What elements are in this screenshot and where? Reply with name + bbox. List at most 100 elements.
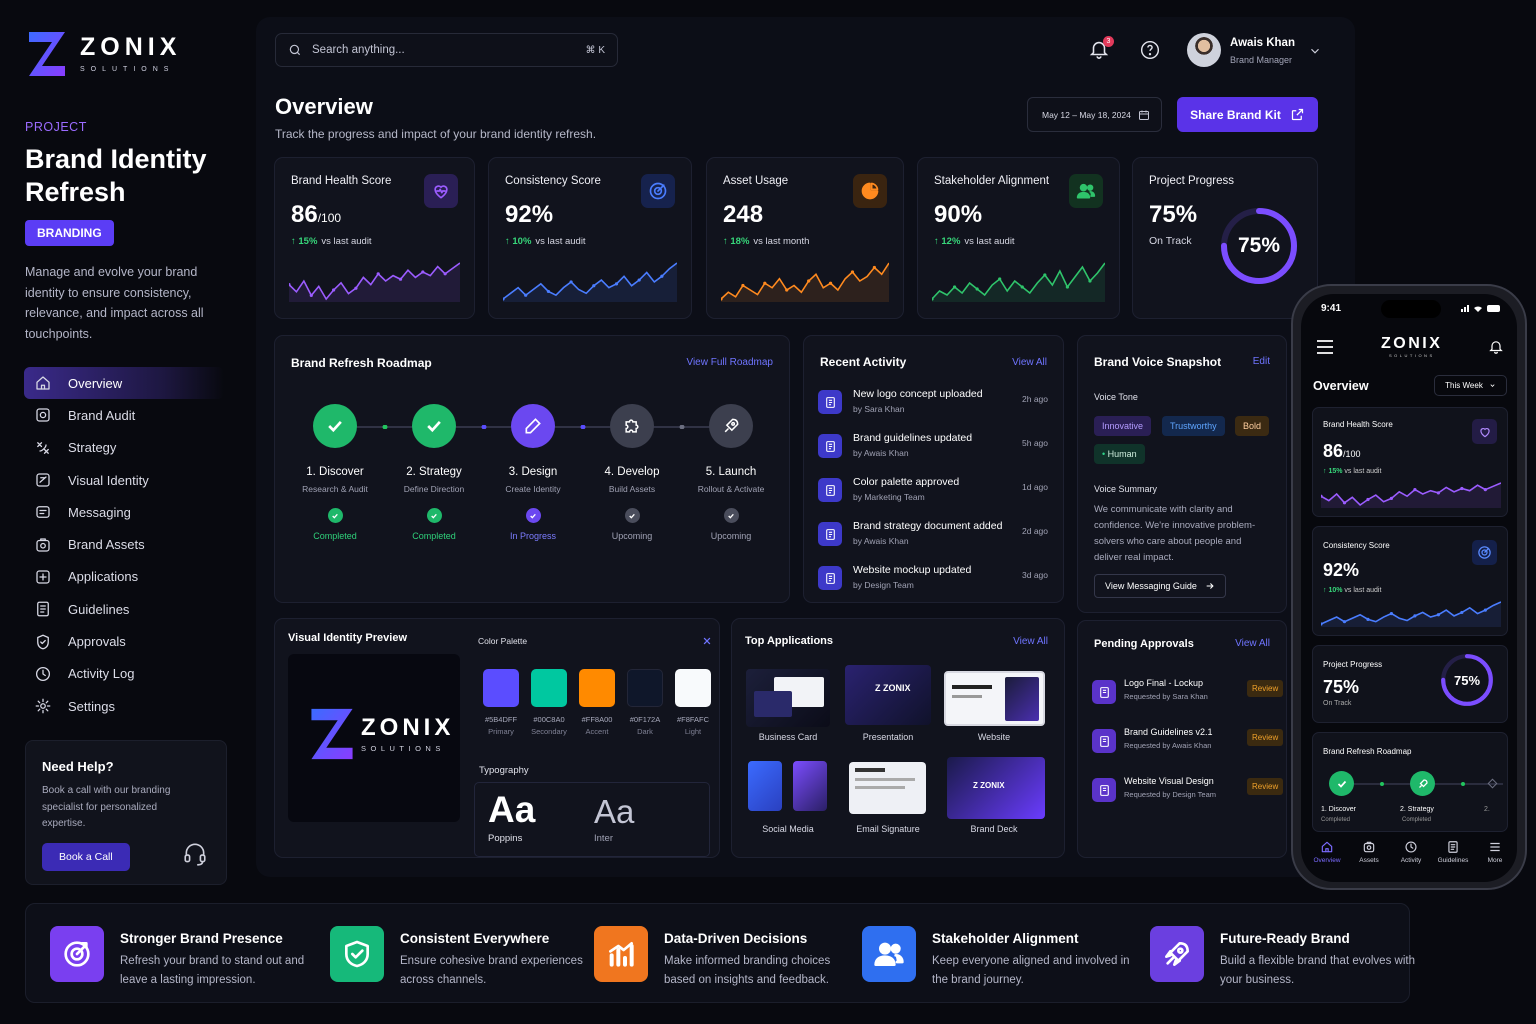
- activity-item[interactable]: New logo concept uploaded by Sara Khan 2h …: [818, 388, 1048, 428]
- sidebar-item-strategy[interactable]: Strategy: [24, 432, 224, 464]
- brand-deck-thumbnail[interactable]: Z ZONIX: [947, 757, 1045, 819]
- sidebar-item-activity-log[interactable]: Activity Log: [24, 658, 224, 690]
- sidebar-item-brand-audit[interactable]: Brand Audit: [24, 399, 224, 431]
- calendar-icon: [1139, 110, 1149, 120]
- sidebar-item-overview[interactable]: Overview: [24, 367, 224, 400]
- sidebar-item-settings[interactable]: Settings: [24, 690, 224, 722]
- activity-view-all-link[interactable]: View All: [1012, 357, 1047, 368]
- review-badge[interactable]: Review: [1247, 680, 1284, 697]
- notifications-button[interactable]: 3: [1088, 36, 1114, 60]
- phone-tab-more[interactable]: More: [1475, 840, 1515, 864]
- kpi-value: 86/100: [291, 201, 342, 228]
- feature-text: Refresh your brand to stand out and leav…: [120, 955, 305, 986]
- sparkline-point: [354, 286, 358, 290]
- date-range-picker[interactable]: May 12 – May 18, 2024: [1027, 97, 1162, 132]
- color-swatch[interactable]: [579, 669, 615, 707]
- approval-item[interactable]: Brand Guidelines v2.1 Requested by Awais …: [1092, 727, 1284, 761]
- presentation-thumbnail[interactable]: Z ZONIX: [845, 665, 931, 725]
- kpi-card-consistency-score[interactable]: Consistency Score 92% ↑ 10% vs last audit: [488, 157, 692, 319]
- website-thumbnail[interactable]: [944, 671, 1045, 726]
- phone-tab-overview[interactable]: Overview: [1307, 840, 1347, 864]
- sidebar-item-approvals[interactable]: Approvals: [24, 625, 224, 657]
- voice-edit-link[interactable]: Edit: [1253, 356, 1270, 367]
- phone-health-card[interactable]: Brand Health Score 86/100 ↑ 15% vs last …: [1312, 407, 1508, 517]
- phone-tab-guidelines[interactable]: Guidelines: [1433, 840, 1473, 864]
- kpi-label: Project Progress: [1149, 175, 1235, 187]
- help-icon[interactable]: [1140, 40, 1160, 60]
- close-icon[interactable]: [702, 636, 712, 646]
- avatar[interactable]: [1187, 33, 1221, 67]
- sidebar-item-visual-identity[interactable]: Visual Identity: [24, 464, 224, 496]
- phone-filter-select[interactable]: This Week: [1434, 375, 1507, 396]
- voice-tone-label: Voice Tone: [1094, 392, 1138, 402]
- color-swatch[interactable]: [531, 669, 567, 707]
- sidebar-item-messaging[interactable]: Messaging: [24, 496, 224, 528]
- roadmap-step[interactable]: 4. Develop Build Assets Upcoming: [582, 404, 682, 541]
- project-label: PROJECT: [25, 120, 87, 134]
- activity-time: 3d ago: [1022, 570, 1048, 580]
- activity-item[interactable]: Website mockup updated by Design Team 3d a…: [818, 564, 1048, 604]
- book-call-button[interactable]: Book a Call: [42, 843, 130, 871]
- social-media-thumbnail-2[interactable]: [793, 761, 827, 811]
- roadmap-step-status: Upcoming: [611, 531, 653, 541]
- email-signature-thumbnail[interactable]: [849, 762, 926, 814]
- activity-time: 1d ago: [1022, 482, 1048, 492]
- view-full-roadmap-link[interactable]: View Full Roadmap: [686, 357, 773, 368]
- project-progress-card[interactable]: Project Progress 75% On Track 75%: [1132, 157, 1318, 319]
- roadmap-step[interactable]: 2. Strategy Define Direction Completed: [384, 404, 484, 541]
- color-swatch[interactable]: [675, 669, 711, 707]
- approval-item[interactable]: Logo Final - Lockup Requested by Sara Kha…: [1092, 678, 1284, 712]
- activity-title: Brand strategy document added: [853, 520, 1003, 532]
- sidebar-item-brand-assets[interactable]: Brand Assets: [24, 528, 224, 560]
- menu-icon[interactable]: [1317, 340, 1333, 354]
- activity-item[interactable]: Brand guidelines updated by Awais Khan 5h …: [818, 432, 1048, 472]
- social-media-thumbnail[interactable]: [748, 761, 782, 811]
- rocket-icon: [724, 418, 739, 433]
- sidebar-item-guidelines[interactable]: Guidelines: [24, 593, 224, 625]
- color-swatch[interactable]: [627, 669, 663, 707]
- user-role: Brand Manager: [1230, 55, 1293, 65]
- color-swatch[interactable]: [483, 669, 519, 707]
- activity-author: by Design Team: [853, 580, 914, 590]
- activity-item[interactable]: Brand strategy document added by Awais Kh…: [818, 520, 1048, 560]
- roadmap-step-subtitle: Build Assets: [608, 484, 656, 494]
- roadmap-status-check-icon: [723, 508, 739, 523]
- kpi-card-brand-health-score[interactable]: Brand Health Score 86/100 ↑ 15% vs last aud…: [274, 157, 475, 319]
- approvals-view-all-link[interactable]: View All: [1235, 638, 1270, 649]
- review-badge[interactable]: Review: [1247, 778, 1284, 795]
- bell-icon[interactable]: [1488, 338, 1504, 355]
- roadmap-step[interactable]: 1. Discover Research & Audit Completed: [285, 404, 385, 541]
- roadmap-step[interactable]: 5. Launch Rollout & Activate Upcoming: [681, 404, 781, 541]
- sparkline-point: [398, 277, 403, 281]
- phone-tab-label: Overview: [1313, 857, 1341, 864]
- sparkline-point: [1436, 491, 1440, 495]
- sparkline-area: [503, 263, 677, 302]
- phone-tab-activity[interactable]: Activity: [1391, 840, 1431, 864]
- phone-kpi-label: Project Progress: [1323, 660, 1383, 669]
- brand-logo[interactable]: ZONIX SOLUTIONS: [26, 28, 216, 80]
- business-card-thumbnail[interactable]: [746, 669, 830, 727]
- activity-item[interactable]: Color palette approved by Marketing Team 1…: [818, 476, 1048, 516]
- roadmap-step[interactable]: 3. Design Create Identity In Progress: [483, 404, 583, 541]
- roadmap-step-circle: [412, 404, 456, 448]
- applications-view-all-link[interactable]: View All: [1013, 636, 1048, 647]
- phone-roadmap-card[interactable]: Brand Refresh Roadmap 1. Discover Comple…: [1312, 732, 1508, 832]
- kpi-card-stakeholder-alignment[interactable]: Stakeholder Alignment 90% ↑ 12% vs last aud…: [917, 157, 1120, 319]
- share-brand-kit-button[interactable]: Share Brand Kit: [1177, 97, 1318, 132]
- feature-icon-box: [1150, 926, 1204, 982]
- phone-consistency-card[interactable]: Consistency Score 92% ↑ 10% vs last audi…: [1312, 526, 1508, 636]
- activity-title: Brand guidelines updated: [853, 432, 973, 444]
- phone-tab-assets[interactable]: Assets: [1349, 840, 1389, 864]
- pending-approvals-card: Pending Approvals View All Logo Final - …: [1077, 620, 1287, 858]
- phone-filter-value: This Week: [1445, 381, 1483, 390]
- review-badge[interactable]: Review: [1247, 729, 1284, 746]
- phone-consistency-sparkline: [1321, 601, 1501, 627]
- search-input[interactable]: Search anything... ⌘ K: [275, 33, 618, 67]
- recent-activity-card: Recent Activity View All New logo concep…: [803, 335, 1064, 603]
- sidebar-item-applications[interactable]: Applications: [24, 561, 224, 593]
- chevron-down-icon[interactable]: [1308, 44, 1322, 58]
- phone-progress-card[interactable]: Project Progress 75% On Track 75%: [1312, 645, 1508, 723]
- kpi-card-asset-usage[interactable]: Asset Usage 248 ↑ 18% vs last month: [706, 157, 904, 319]
- view-messaging-guide-button[interactable]: View Messaging Guide: [1094, 574, 1226, 598]
- approval-item[interactable]: Website Visual Design Requested by Design…: [1092, 776, 1284, 810]
